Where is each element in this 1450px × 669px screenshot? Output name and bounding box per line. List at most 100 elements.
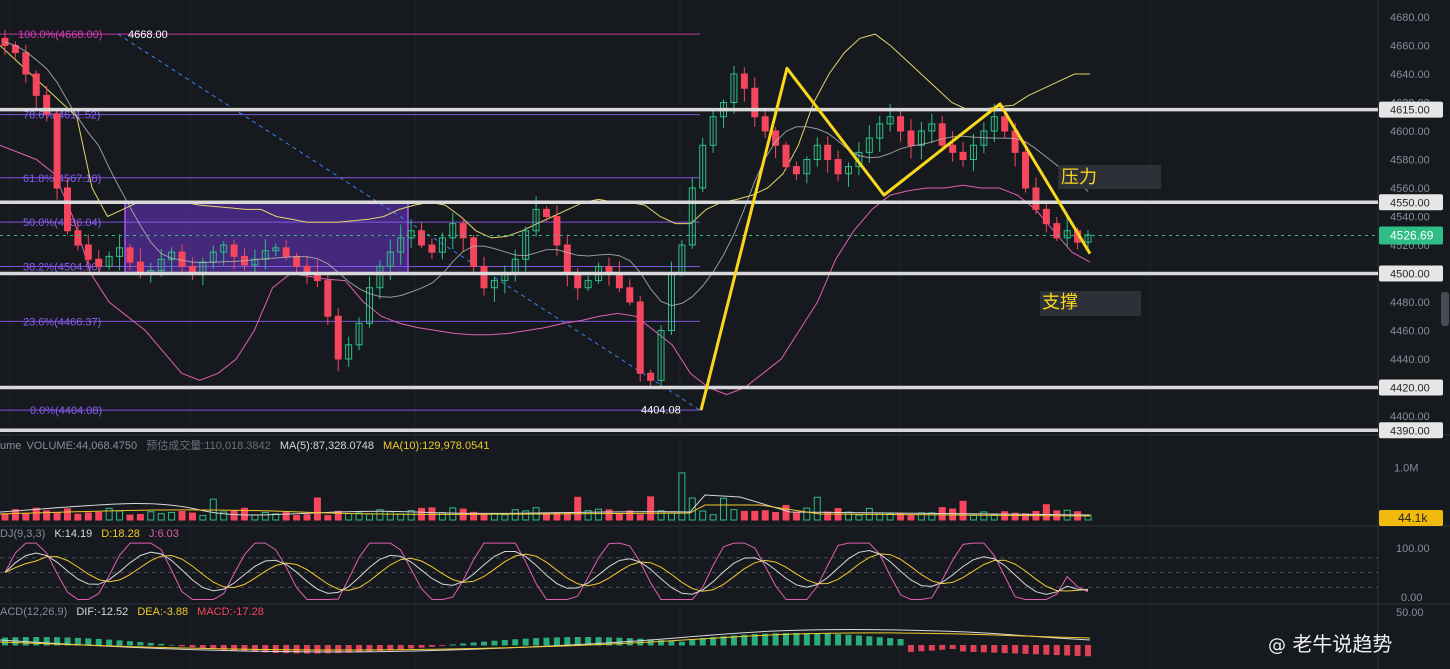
volume-bar xyxy=(1,513,9,521)
candle-body xyxy=(761,116,769,132)
volume-ma5 xyxy=(0,494,1091,516)
candle-body xyxy=(63,187,71,232)
price-scale-scrollbar[interactable] xyxy=(1441,292,1449,326)
price-tick-label: 4460.00 xyxy=(1390,326,1430,338)
volume-bar xyxy=(490,513,498,521)
candle-body xyxy=(282,247,290,257)
kdj-legend-j: J:6.03 xyxy=(148,528,179,540)
candle-body xyxy=(574,273,582,289)
candle-body xyxy=(897,116,905,132)
candle-body xyxy=(751,87,759,118)
volume-bar xyxy=(126,514,134,521)
macd-bar xyxy=(564,637,571,646)
volume-bar xyxy=(303,514,311,521)
volume-bar xyxy=(615,513,623,521)
candle-body xyxy=(334,315,342,360)
candle-body xyxy=(1032,187,1040,210)
candle-body xyxy=(95,258,103,267)
volume-bar xyxy=(53,512,61,521)
macd-bar xyxy=(189,645,196,648)
price-tag-label: 4550.00 xyxy=(1390,197,1430,209)
kdj-tick-100: 100.00 xyxy=(1396,543,1430,555)
macd-bar xyxy=(824,633,831,646)
consolidation-box xyxy=(124,201,409,275)
volume-bar xyxy=(105,507,113,521)
candle-body xyxy=(553,216,561,246)
price-tick-label: 4540.00 xyxy=(1390,212,1430,224)
macd-bar xyxy=(897,639,904,646)
candle-body xyxy=(772,130,780,146)
candle-body xyxy=(480,265,488,289)
macd-bar xyxy=(460,643,467,646)
macd-bar xyxy=(449,644,456,646)
price-tag-label: 4390.00 xyxy=(1390,425,1430,437)
volume-bar xyxy=(969,514,977,521)
candle-body xyxy=(792,166,800,175)
volume-legend-ma5: MA(5):87,328.0748 xyxy=(279,440,374,452)
volume-bar xyxy=(751,510,759,521)
volume-bar xyxy=(84,512,92,521)
candle-body xyxy=(907,130,915,146)
pattern-line xyxy=(699,66,1092,411)
macd-bar xyxy=(116,640,123,646)
trading-chart[interactable]: 4400.00 4420.00 4440.00 4460.00 4480.00 4500.… xyxy=(0,0,1450,669)
volume-legend-prefix: ume xyxy=(0,440,22,452)
macd-bar xyxy=(439,645,446,646)
candle-body xyxy=(53,113,61,189)
macd-bar xyxy=(241,645,248,652)
volume-bar xyxy=(345,512,353,521)
volume-bar xyxy=(230,510,238,521)
volume-bar xyxy=(136,513,144,521)
volume-legend-value: VOLUME:44,068.4750 xyxy=(26,440,138,452)
volume-bar xyxy=(199,515,207,521)
volume-bar xyxy=(959,500,967,521)
volume-bar xyxy=(803,507,811,521)
low-marker-label: 4404.08 xyxy=(641,404,681,416)
chart-root: 4400.00 4420.00 4440.00 4460.00 4480.00 4500.… xyxy=(0,0,1450,669)
volume-bar xyxy=(667,512,675,521)
macd-bar xyxy=(1001,645,1008,654)
macd-bar xyxy=(1074,645,1081,656)
macd-legend-dif: DIF:-12.52 xyxy=(76,606,129,618)
volume-bar xyxy=(595,508,603,521)
candle-body xyxy=(615,273,623,289)
current-price-label: 4526.69 xyxy=(1390,228,1434,242)
price-axis: 4400.00 4420.00 4440.00 4460.00 4480.00 4500.… xyxy=(1390,12,1430,423)
volume-bar xyxy=(709,514,717,521)
macd-bar xyxy=(137,642,144,646)
macd-bar xyxy=(814,633,821,646)
macd-bar xyxy=(397,645,404,650)
candle-body xyxy=(1001,116,1009,132)
macd-bar xyxy=(106,639,113,646)
candle-body xyxy=(563,244,571,274)
candle-body xyxy=(636,301,644,374)
macd-bar xyxy=(960,645,967,652)
candle-body xyxy=(470,237,478,267)
candle-body xyxy=(1042,208,1050,225)
macd-bar xyxy=(970,645,977,652)
candle-body xyxy=(126,247,134,263)
volume-bar xyxy=(116,510,124,521)
macd-bar xyxy=(126,641,133,646)
candle-body xyxy=(230,244,238,257)
fib-level-label: 78.6%(4611.52) xyxy=(23,110,100,122)
macd-bar xyxy=(678,641,685,646)
volume-bar xyxy=(917,512,925,521)
volume-bar xyxy=(772,512,780,521)
macd-bar xyxy=(512,639,519,646)
volume-bar xyxy=(63,508,71,521)
macd-bar xyxy=(199,645,206,649)
volume-bar xyxy=(980,511,988,521)
volume-bar xyxy=(386,511,394,521)
fib-level-label: 23.6%(4466.37) xyxy=(23,316,101,328)
volume-bar xyxy=(813,496,821,521)
candle-body xyxy=(1022,151,1030,189)
volume-bar xyxy=(438,512,446,521)
volume-bar xyxy=(22,512,30,521)
watermark-at: @ xyxy=(1268,635,1286,656)
macd-bar xyxy=(158,643,165,646)
macd-bar xyxy=(939,645,946,650)
watermark: @ 老牛说趋势 xyxy=(1268,628,1392,657)
price-tag-label: 4420.00 xyxy=(1390,383,1430,395)
price-tick-label: 4640.00 xyxy=(1390,69,1430,81)
